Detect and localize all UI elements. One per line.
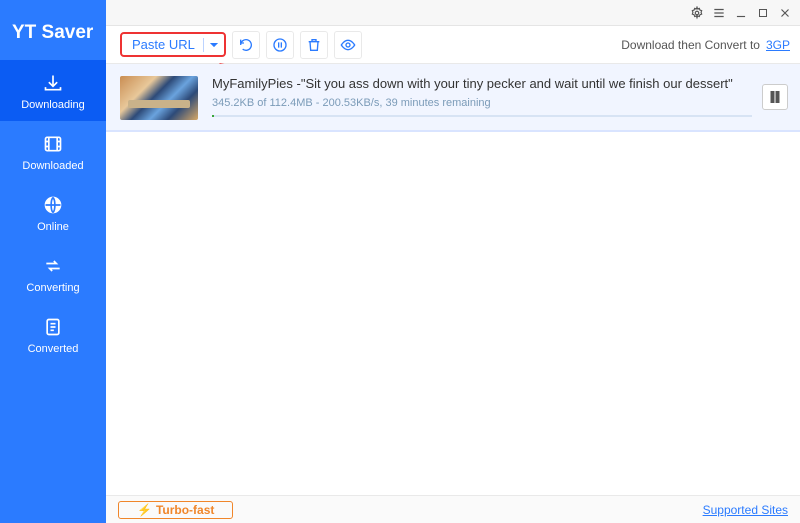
sidebar-item-converting[interactable]: Converting <box>0 243 106 304</box>
sidebar: YT Saver Downloading Downloaded Online C… <box>0 0 106 523</box>
download-stats: 345.2KB of 112.4MB - 200.53KB/s, 39 minu… <box>212 97 752 109</box>
eye-icon[interactable] <box>334 31 362 59</box>
pause-button[interactable] <box>762 84 788 110</box>
main-area: Paste URL Download then Convert to 3GP <box>106 0 800 523</box>
download-title: MyFamilyPies -"Sit you ass down with you… <box>212 76 752 91</box>
turbo-fast-button[interactable]: ⚡ Turbo-fast <box>118 501 233 519</box>
sidebar-item-converted[interactable]: Converted <box>0 304 106 365</box>
close-icon[interactable] <box>774 4 796 22</box>
bolt-icon: ⚡ <box>137 503 152 517</box>
app-title: YT Saver <box>0 0 106 60</box>
trash-icon[interactable] <box>300 31 328 59</box>
convert-format-link[interactable]: 3GP <box>766 38 790 52</box>
sidebar-item-downloading[interactable]: Downloading <box>0 60 106 121</box>
progress-bar <box>212 115 752 117</box>
film-icon <box>42 133 64 155</box>
progress-fill <box>212 115 214 117</box>
refresh-icon[interactable] <box>232 31 260 59</box>
minimize-icon[interactable] <box>730 4 752 22</box>
globe-icon <box>42 194 64 216</box>
content-area: MyFamilyPies -"Sit you ass down with you… <box>106 64 800 495</box>
divider <box>203 38 204 52</box>
sidebar-item-label: Downloaded <box>22 160 83 172</box>
download-icon <box>42 72 64 94</box>
maximize-icon[interactable] <box>752 4 774 22</box>
video-thumbnail <box>120 76 198 120</box>
convert-label: Download then Convert to <box>621 38 760 52</box>
file-icon <box>42 316 64 338</box>
convert-icon <box>42 255 64 277</box>
download-row[interactable]: MyFamilyPies -"Sit you ass down with you… <box>106 64 800 132</box>
menu-icon[interactable] <box>708 4 730 22</box>
convert-section: Download then Convert to 3GP <box>621 38 790 52</box>
sidebar-item-label: Converted <box>28 343 79 355</box>
sidebar-item-downloaded[interactable]: Downloaded <box>0 121 106 182</box>
sidebar-item-label: Converting <box>26 282 79 294</box>
toolbar: Paste URL Download then Convert to 3GP <box>106 26 800 64</box>
gear-icon[interactable] <box>686 4 708 22</box>
pause-all-icon[interactable] <box>266 31 294 59</box>
titlebar <box>106 0 800 26</box>
turbo-label: Turbo-fast <box>156 503 214 517</box>
paste-url-label: Paste URL <box>132 37 195 52</box>
sidebar-item-label: Online <box>37 221 69 233</box>
paste-url-button[interactable]: Paste URL <box>120 32 226 57</box>
sidebar-item-online[interactable]: Online <box>0 182 106 243</box>
supported-sites-link[interactable]: Supported Sites <box>703 503 788 517</box>
download-info: MyFamilyPies -"Sit you ass down with you… <box>212 76 752 117</box>
chevron-down-icon[interactable] <box>210 37 218 52</box>
footer: ⚡ Turbo-fast Supported Sites <box>106 495 800 523</box>
sidebar-item-label: Downloading <box>21 99 85 111</box>
